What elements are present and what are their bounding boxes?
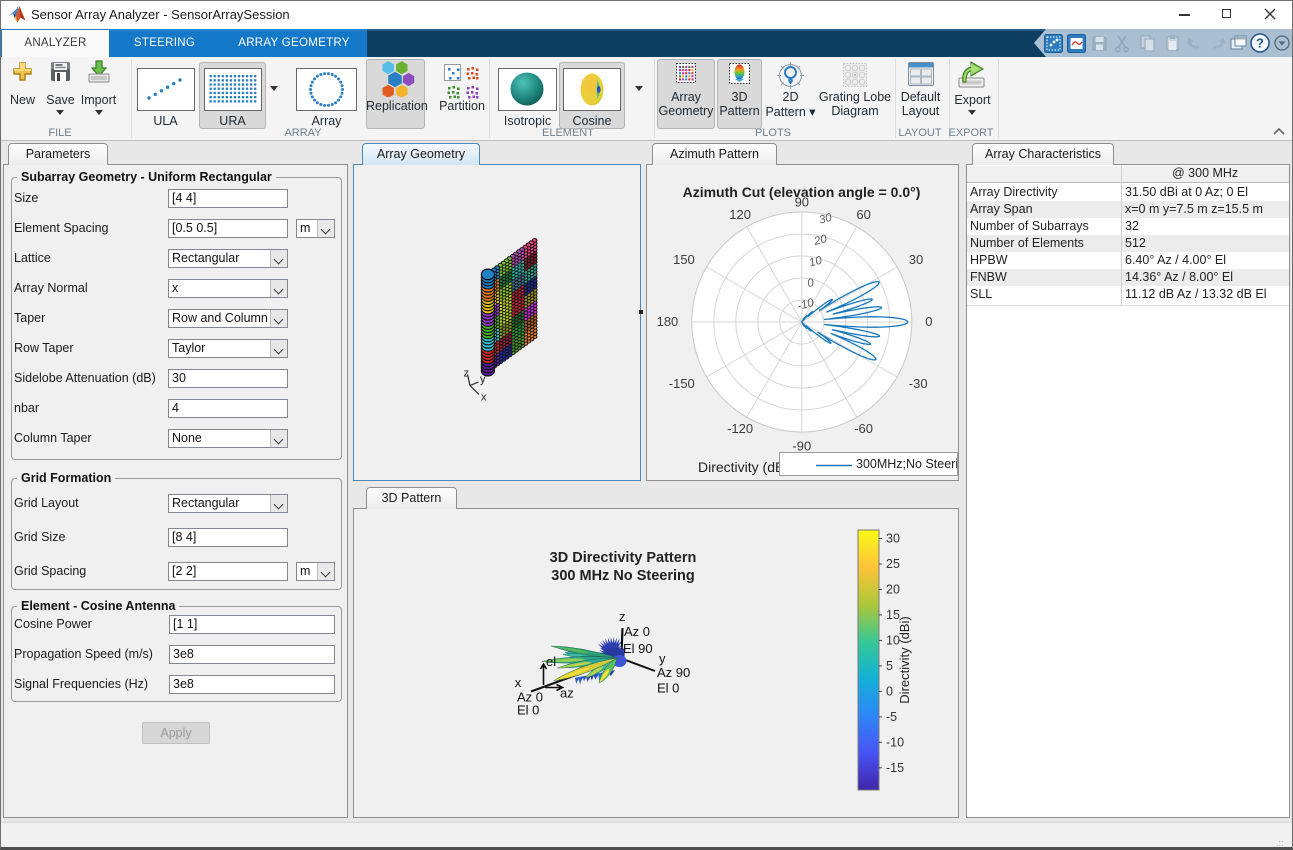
svg-text:Az 0: Az 0 [624,624,650,639]
svg-text:120: 120 [729,207,751,222]
svg-text:y: y [659,651,666,666]
svg-text:30: 30 [909,252,923,267]
svg-text:El 90: El 90 [623,641,653,656]
svg-text:z: z [619,609,626,624]
svg-text:-30: -30 [909,376,928,391]
svg-text:-150: -150 [669,376,695,391]
svg-text:5: 5 [886,659,893,673]
svg-text:150: 150 [673,252,695,267]
svg-text:z: z [464,368,470,380]
svg-text:y: y [480,374,486,386]
svg-text:-15: -15 [886,761,904,775]
svg-text:Az 90: Az 90 [657,665,690,680]
svg-text:60: 60 [856,207,870,222]
svg-text:25: 25 [886,557,900,571]
svg-text:-60: -60 [854,421,873,436]
svg-text:x: x [481,392,487,404]
svg-text:Directivity (dBi): Directivity (dBi) [897,616,912,703]
svg-text:x: x [515,675,522,690]
svg-text:300 MHz No Steering: 300 MHz No Steering [551,568,694,584]
svg-text:0: 0 [925,314,932,329]
svg-text:El 0: El 0 [517,703,539,718]
svg-text:-10: -10 [886,735,904,749]
svg-text:0: 0 [886,684,893,698]
svg-text:90: 90 [795,195,809,210]
svg-text:3D Directivity Pattern: 3D Directivity Pattern [550,550,697,566]
svg-text:30: 30 [886,532,900,546]
svg-text:20: 20 [886,583,900,597]
svg-text:-5: -5 [886,710,897,724]
svg-text:el: el [546,654,556,669]
svg-text:?: ? [1256,36,1264,51]
svg-text:El 0: El 0 [657,680,679,695]
svg-text:-120: -120 [727,421,753,436]
svg-text:180: 180 [657,314,679,329]
